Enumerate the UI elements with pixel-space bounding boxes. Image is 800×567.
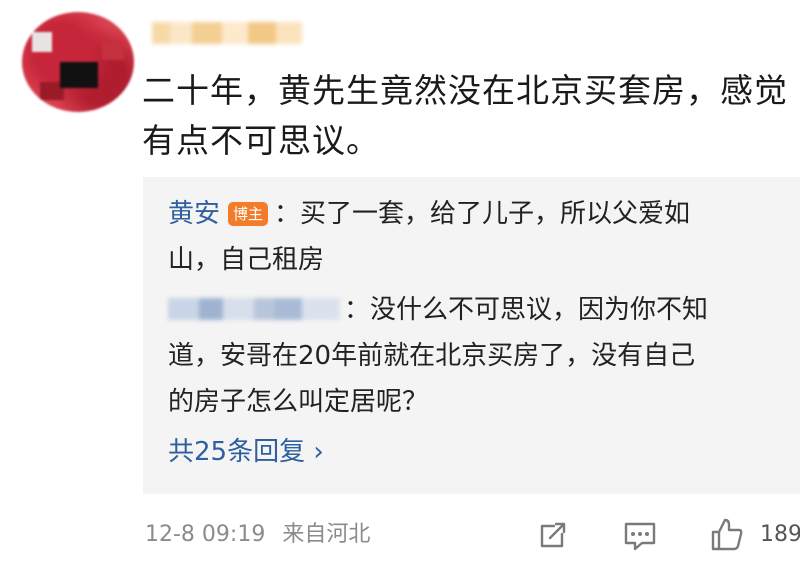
reply-1-line-2: 山，自己租房 xyxy=(168,245,325,275)
comment-text: 二十年，黄先生竟然没在北京买套房，感觉有点不可思议。 xyxy=(142,71,788,160)
reply-2-line-2: 道，安哥在20年前就在北京买房了，没有自己 xyxy=(168,341,696,371)
reply-text: ：买了一套，给了儿子，所以父爱如 xyxy=(274,199,691,229)
comment-icon[interactable] xyxy=(621,518,659,554)
reply-author-name[interactable]: 黄安 xyxy=(168,199,220,229)
location: 来自河北 xyxy=(282,522,371,547)
avatar-pixel xyxy=(102,42,124,60)
like-icon[interactable] xyxy=(707,515,747,555)
timestamp: 12-8 09:19 xyxy=(145,522,266,547)
share-icon[interactable] xyxy=(534,518,570,554)
like-count: 189 xyxy=(760,522,800,547)
reply-2-line: ：没什么不可思议，因为你不知 xyxy=(168,288,708,332)
reply-1-line: 黄安 博主 ：买了一套，给了儿子，所以父爱如 xyxy=(168,192,690,236)
avatar[interactable] xyxy=(22,12,134,112)
reply-author-blurred[interactable] xyxy=(168,298,340,320)
reply-text: ：没什么不可思议，因为你不知 xyxy=(344,295,709,325)
avatar-pixel xyxy=(32,32,52,52)
avatar-pixel xyxy=(60,62,98,88)
reply-2-line-3: 的房子怎么叫定居呢？ xyxy=(168,387,429,417)
author-badge: 博主 xyxy=(228,202,269,226)
comment-meta: 12-8 09:19 来自河北 xyxy=(145,518,370,552)
more-replies-link[interactable]: 共25条回复 › xyxy=(168,432,324,472)
username-blurred[interactable] xyxy=(152,22,302,44)
